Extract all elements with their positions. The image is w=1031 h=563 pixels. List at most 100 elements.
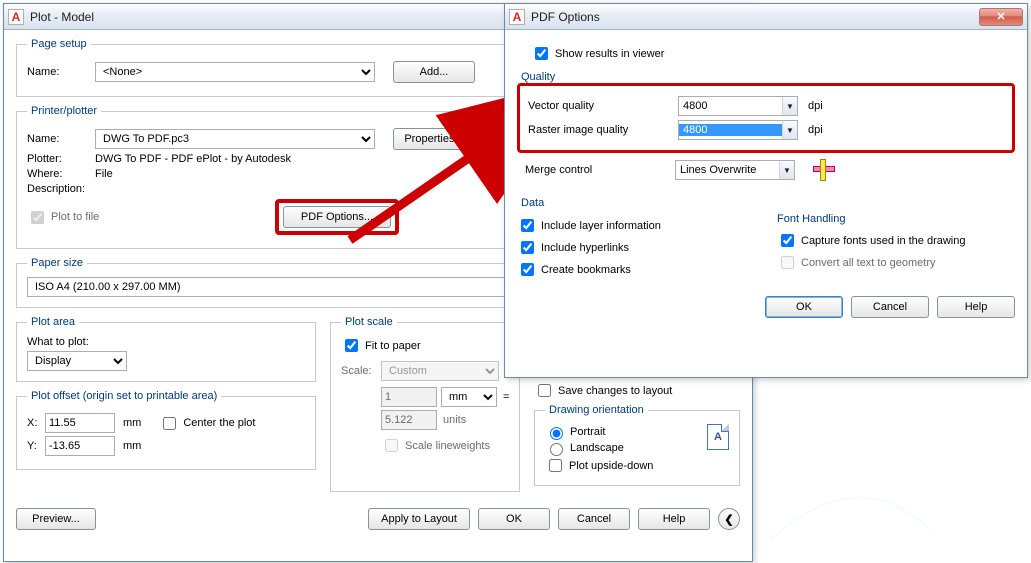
raster-quality-combo[interactable]: 4800 ▼: [678, 120, 798, 140]
convert-text-checkbox: [781, 256, 794, 269]
upside-down-checkbox[interactable]: [549, 459, 562, 472]
pdf-ok-button[interactable]: OK: [765, 296, 843, 318]
close-icon: ✕: [996, 10, 1005, 23]
scale-equals: =: [503, 391, 509, 403]
offset-x-input[interactable]: [45, 413, 115, 433]
create-bookmarks-checkbox[interactable]: [521, 263, 534, 276]
convert-text-label: Convert all text to geometry: [801, 257, 936, 269]
vector-quality-unit: dpi: [808, 100, 823, 112]
raster-quality-value: 4800: [679, 124, 782, 136]
where-value: File: [95, 168, 113, 180]
fit-to-paper-label: Fit to paper: [365, 340, 421, 352]
scale-unit-select[interactable]: mm: [441, 387, 497, 407]
what-to-plot-select[interactable]: Display: [27, 351, 127, 371]
plot-cancel-button[interactable]: Cancel: [558, 508, 630, 530]
orientation-legend: Drawing orientation: [545, 404, 648, 416]
plotter-label: Plotter:: [27, 153, 95, 165]
close-button[interactable]: ✕: [979, 8, 1023, 26]
pdf-titlebar[interactable]: A PDF Options ✕: [505, 4, 1027, 30]
raster-quality-label: Raster image quality: [528, 124, 678, 136]
data-group: Data Include layer information Include h…: [517, 197, 1015, 282]
portrait-radio[interactable]: [550, 427, 563, 440]
merge-control-value: Lines Overwrite: [676, 164, 779, 176]
plot-to-file-label: Plot to file: [51, 211, 99, 223]
paper-size-select[interactable]: ISO A4 (210.00 x 297.00 MM): [27, 277, 565, 297]
chevron-left-icon: ❮: [724, 513, 733, 526]
offset-x-unit: mm: [123, 417, 141, 429]
page-setup-name-label: Name:: [27, 66, 95, 78]
plot-to-file-checkbox: [31, 211, 44, 224]
font-handling-label: Font Handling: [777, 213, 966, 225]
plot-title: Plot - Model: [30, 10, 94, 24]
chevron-down-icon: ▼: [779, 161, 794, 179]
pdf-body: Show results in viewer Quality Vector qu…: [505, 30, 1027, 328]
include-hyperlinks-checkbox[interactable]: [521, 241, 534, 254]
apply-to-layout-button[interactable]: Apply to Layout: [368, 508, 470, 530]
merge-control-combo[interactable]: Lines Overwrite ▼: [675, 160, 795, 180]
pdf-help-button[interactable]: Help: [937, 296, 1015, 318]
create-bookmarks-label: Create bookmarks: [541, 264, 631, 276]
vector-quality-label: Vector quality: [528, 100, 678, 112]
preview-button[interactable]: Preview...: [16, 508, 96, 530]
quality-legend: Quality: [517, 71, 559, 83]
page-setup-name-select[interactable]: <None>: [95, 62, 375, 82]
printer-name-select[interactable]: DWG To PDF.pc3: [95, 129, 375, 149]
scale-denom-unit: units: [443, 414, 466, 426]
include-layer-checkbox[interactable]: [521, 219, 534, 232]
plotter-value: DWG To PDF - PDF ePlot - by Autodesk: [95, 153, 291, 165]
description-label: Description:: [27, 183, 107, 195]
chevron-down-icon: ▼: [782, 121, 797, 139]
plot-help-button[interactable]: Help: [638, 508, 710, 530]
capture-fonts-checkbox[interactable]: [781, 234, 794, 247]
plot-area-legend: Plot area: [27, 316, 79, 328]
offset-x-label: X:: [27, 417, 45, 429]
scale-select: Custom: [381, 361, 499, 381]
scale-numerator-input: [381, 387, 437, 407]
save-changes-label: Save changes to layout: [558, 385, 672, 397]
data-legend: Data: [517, 197, 548, 209]
landscape-radio[interactable]: [550, 443, 563, 456]
scale-denominator-input: [381, 410, 437, 430]
plot-offset-legend: Plot offset (origin set to printable are…: [27, 390, 221, 402]
save-changes-checkbox[interactable]: [538, 384, 551, 397]
where-label: Where:: [27, 168, 95, 180]
merge-control-label: Merge control: [525, 164, 675, 176]
pdf-cancel-button[interactable]: Cancel: [851, 296, 929, 318]
center-plot-checkbox[interactable]: [163, 417, 176, 430]
offset-y-input[interactable]: [45, 436, 115, 456]
page-setup-legend: Page setup: [27, 38, 91, 50]
vector-quality-combo[interactable]: 4800 ▼: [678, 96, 798, 116]
center-plot-label: Center the plot: [183, 417, 255, 429]
autocad-icon: A: [8, 9, 24, 25]
pdf-title: PDF Options: [531, 10, 600, 24]
page-setup-add-button[interactable]: Add...: [393, 61, 475, 83]
chevron-down-icon: ▼: [782, 97, 797, 115]
plot-scale-group: Plot scale Fit to paper Scale: Custom: [330, 316, 520, 492]
paper-size-group: Paper size ISO A4 (210.00 x 297.00 MM): [16, 257, 576, 308]
landscape-label: Landscape: [570, 442, 624, 454]
scale-lineweights-label: Scale lineweights: [405, 440, 490, 452]
what-to-plot-label: What to plot:: [27, 336, 305, 348]
pdf-options-dialog: A PDF Options ✕ Show results in viewer Q…: [504, 3, 1028, 378]
autocad-icon: A: [509, 9, 525, 25]
fit-to-paper-checkbox[interactable]: [345, 339, 358, 352]
plot-offset-group: Plot offset (origin set to printable are…: [16, 390, 316, 470]
printer-properties-button[interactable]: Properties...: [393, 128, 475, 150]
show-results-checkbox[interactable]: [535, 47, 548, 60]
offset-y-label: Y:: [27, 440, 45, 452]
printer-name-label: Name:: [27, 133, 95, 145]
quality-group: Quality Vector quality 4800 ▼ dpi Raster…: [517, 71, 1015, 189]
merge-overwrite-icon: [813, 159, 835, 181]
orientation-group: Drawing orientation Portrait Landscape P…: [534, 404, 740, 486]
upside-down-label: Plot upside-down: [569, 460, 653, 472]
include-layer-label: Include layer information: [541, 220, 661, 232]
paper-size-legend: Paper size: [27, 257, 87, 269]
pdf-options-button[interactable]: PDF Options...: [283, 206, 391, 228]
plot-scale-legend: Plot scale: [341, 316, 397, 328]
scale-label: Scale:: [341, 365, 381, 377]
portrait-label: Portrait: [570, 426, 605, 438]
expand-button[interactable]: ❮: [718, 508, 740, 530]
pdf-options-highlight: PDF Options...: [275, 199, 399, 235]
plot-ok-button[interactable]: OK: [478, 508, 550, 530]
quality-highlight: Vector quality 4800 ▼ dpi Raster image q…: [517, 83, 1015, 153]
